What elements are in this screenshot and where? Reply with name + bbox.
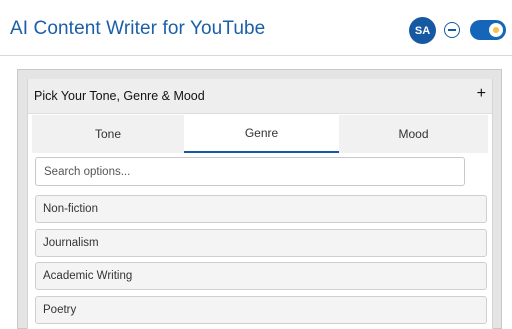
tab-bar: Tone Genre Mood bbox=[32, 115, 488, 153]
tab-tone[interactable]: Tone bbox=[32, 115, 184, 153]
app-title: AI Content Writer for YouTube bbox=[10, 18, 266, 39]
search-input[interactable] bbox=[35, 157, 465, 186]
enable-toggle[interactable] bbox=[470, 20, 506, 40]
tab-genre[interactable]: Genre bbox=[184, 115, 339, 153]
expand-plus-icon[interactable]: + bbox=[477, 86, 486, 102]
toggle-knob bbox=[489, 23, 503, 37]
app-header: AI Content Writer for YouTube SA bbox=[0, 0, 512, 56]
panel-title: Pick Your Tone, Genre & Mood bbox=[34, 89, 205, 103]
option-non-fiction[interactable]: Non-fiction bbox=[35, 195, 487, 223]
option-journalism[interactable]: Journalism bbox=[35, 229, 487, 257]
tone-genre-mood-panel: Pick Your Tone, Genre & Mood + Tone Genr… bbox=[27, 79, 493, 329]
minimize-icon[interactable] bbox=[444, 22, 460, 38]
tab-mood[interactable]: Mood bbox=[339, 115, 488, 153]
panel-header[interactable]: Pick Your Tone, Genre & Mood + bbox=[28, 79, 492, 114]
user-avatar[interactable]: SA bbox=[409, 17, 436, 44]
option-academic-writing[interactable]: Academic Writing bbox=[35, 262, 487, 290]
